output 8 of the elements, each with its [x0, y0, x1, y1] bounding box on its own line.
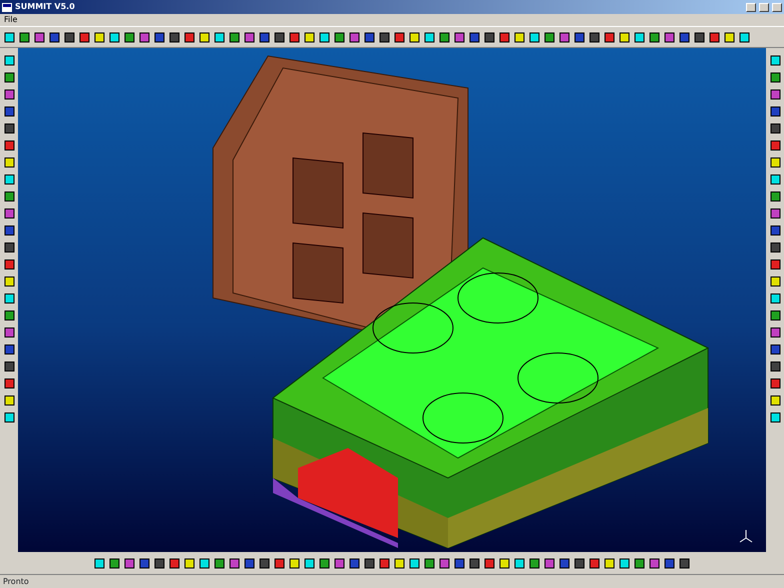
minimize-button[interactable] [746, 2, 756, 12]
axis-icon [738, 528, 754, 544]
app-icon [2, 2, 12, 12]
close-button[interactable] [772, 2, 782, 12]
maximize-button[interactable] [759, 2, 769, 12]
window-title: SUMMIT V5.0 [15, 2, 75, 12]
menu-item[interactable]: File [4, 15, 18, 25]
status-text: Pronto [3, 576, 29, 588]
